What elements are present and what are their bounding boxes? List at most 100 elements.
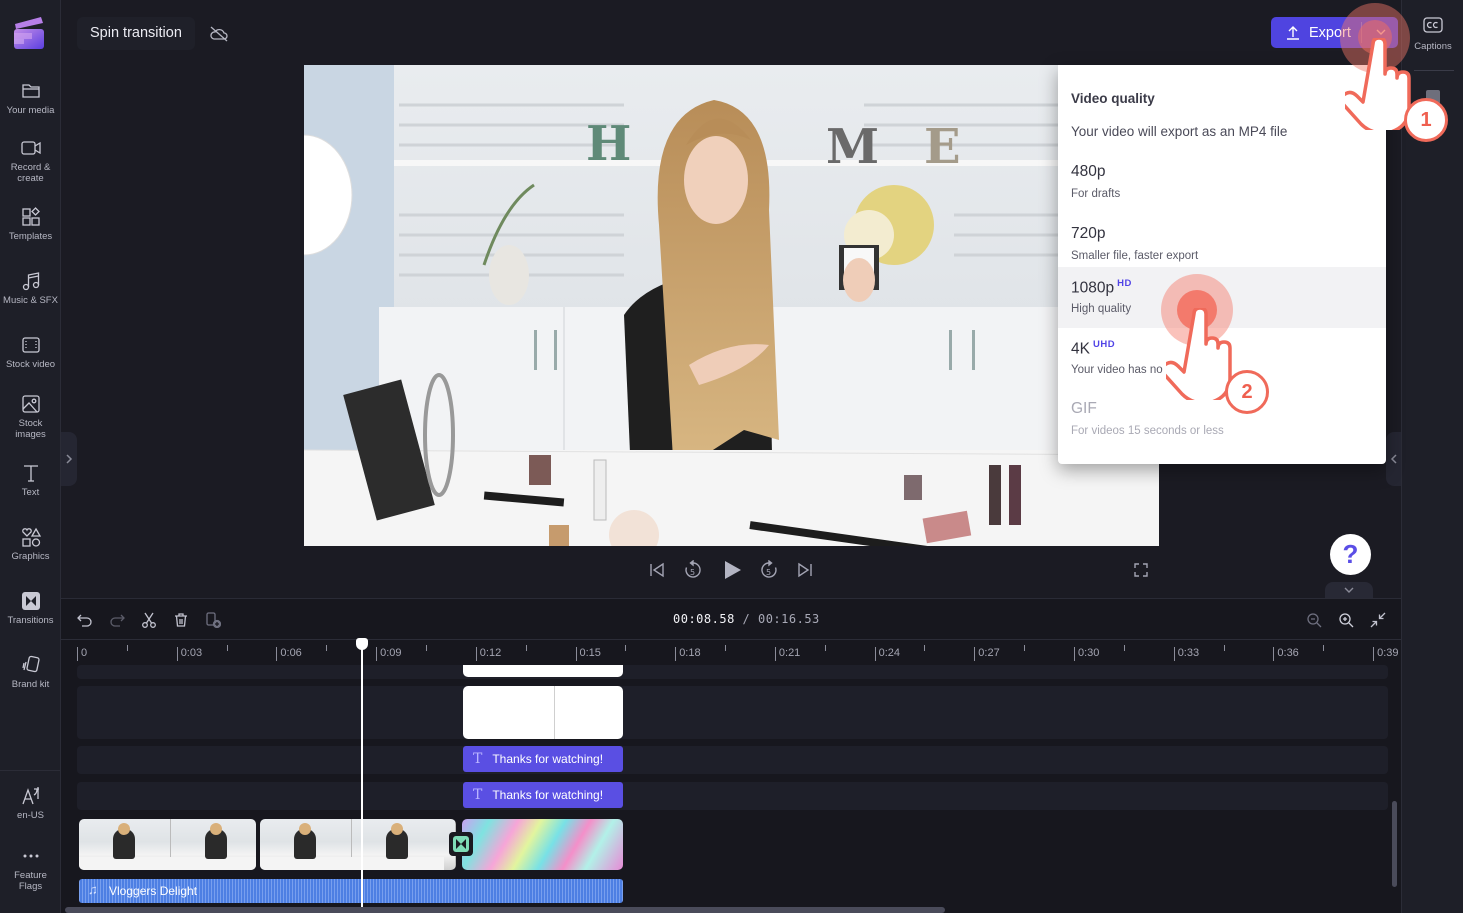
video-frame-image: H M E [304,65,1159,546]
horizontal-scrollbar[interactable] [65,907,945,913]
quality-option-720p[interactable]: 720p Smaller file, faster export [1058,214,1386,275]
skip-to-end-button[interactable] [793,558,817,582]
ruler-label: 0:33 [1177,647,1200,659]
ruler-tick [376,647,378,661]
current-time: 00:08.58 [673,612,735,626]
trash-icon [175,613,187,627]
audio-clip[interactable]: ♫ Vloggers Delight [79,879,623,903]
timeline: 00:08.58 / 00:16.53 0 0:03 0:06 0:09 0:12 0:1… [61,598,1401,913]
fullscreen-icon [1134,563,1148,577]
forward-5-icon: 5 [761,560,777,578]
ruler-tick [974,647,976,661]
sidebar-item-label: en-US [17,810,44,821]
quality-badge: HD [1117,278,1132,289]
sidebar-item-language[interactable]: en-US [0,785,61,821]
sidebar-item-brand-kit[interactable]: Brand kit [0,654,61,690]
sidebar-item-transitions[interactable]: Transitions [0,590,61,626]
fit-timeline-button[interactable] [1367,609,1389,631]
option-name: 1080p [1071,279,1115,297]
text-clip[interactable]: T Thanks for watching! [463,746,623,772]
quality-option-480p[interactable]: 480p For drafts [1058,152,1386,213]
collapse-right-panel-handle[interactable] [1386,432,1401,486]
sidebar-item-graphics[interactable]: Graphics [0,526,61,562]
folder-icon [21,84,40,98]
fullscreen-button[interactable] [1129,558,1153,582]
transition-icon [21,592,40,610]
step-badge-2: 2 [1225,370,1269,414]
playhead-handle[interactable] [356,638,368,650]
project-title[interactable]: Spin transition [77,17,195,50]
ruler-minor-tick [1024,645,1026,651]
sidebar-item-your-media[interactable]: Your media [0,80,61,116]
ruler-tick [1173,647,1175,661]
video-preview[interactable]: H M E [304,65,1159,546]
sidebar-item-music-sfx[interactable]: Music & SFX [0,270,61,306]
play-button[interactable] [720,558,744,582]
track-overlay-top [77,665,1388,679]
option-name: 4K [1071,340,1090,358]
option-description: For videos 15 seconds or less [1071,425,1224,437]
ruler-tick [675,647,677,661]
sidebar-divider [0,770,61,771]
sidebar-item-label: Templates [8,231,53,242]
forward-5s-button[interactable]: 5 [757,558,781,582]
duplicate-icon [206,612,221,628]
white-overlay-clip[interactable] [463,686,623,739]
ruler-label: 0:27 [978,647,1000,659]
sidebar-item-record-create[interactable]: Record & create [0,137,61,184]
step-badge-1: 1 [1404,98,1448,142]
sidebar-item-text[interactable]: Text [0,462,61,498]
video-clip-2[interactable] [260,819,456,870]
zoom-in-button[interactable] [1335,609,1357,631]
svg-text:H: H [586,116,631,172]
sidebar-item-templates[interactable]: Templates [0,206,61,242]
sidebar-item-label: Stock video [5,359,56,370]
app-logo-icon[interactable] [13,16,45,50]
sidebar-item-label: Record & create [10,162,51,184]
undo-button[interactable] [74,609,96,631]
option-name: GIF [1071,400,1097,417]
ruler-minor-tick [725,645,727,651]
ruler-minor-tick [425,645,427,651]
playhead[interactable] [361,639,363,913]
collapse-preview-tab[interactable] [1325,582,1373,598]
ruler-tick [575,647,577,661]
split-button[interactable] [138,609,160,631]
sidebar-item-feature-flags[interactable]: Feature Flags [0,845,61,892]
delete-button[interactable] [170,609,192,631]
ruler-minor-tick [824,645,826,651]
sidebar-item-stock-images[interactable]: Stock images [0,393,61,440]
overlay-clip-top[interactable] [463,665,623,677]
vertical-scrollbar[interactable] [1392,801,1397,887]
duplicate-button[interactable] [202,609,224,631]
ruler-label: 0:39 [1377,647,1399,659]
rewind-5s-button[interactable]: 5 [681,558,705,582]
clip-split-line [554,686,555,739]
ruler-label: 0:24 [878,647,901,659]
help-button[interactable]: ? [1330,534,1371,575]
holographic-background-clip[interactable] [462,819,623,870]
text-clip[interactable]: T Thanks for watching! [463,782,623,808]
video-clip-1[interactable] [79,819,256,870]
ruler-label: 0:06 [280,647,302,659]
video-thumbnail [352,819,456,870]
quality-badge: UHD [1092,339,1116,350]
ruler-minor-tick [1223,645,1225,651]
redo-button[interactable] [106,609,128,631]
transition-marker[interactable] [449,832,473,856]
skip-to-start-button[interactable] [645,558,669,582]
skip-forward-icon [798,562,812,578]
collapse-arrows-icon [1370,612,1386,628]
ruler-tick [874,647,876,661]
timeline-ruler[interactable]: 0 0:03 0:06 0:09 0:12 0:15 0:18 0:21 0:24 0:27 0:3… [61,639,1401,665]
transition-icon [453,836,469,852]
cloud-sync-button[interactable] [201,17,237,50]
text-icon: T [473,787,483,803]
text-icon [23,465,38,482]
zoom-out-button[interactable] [1303,609,1325,631]
ruler-label: 0:03 [180,647,203,659]
ruler-label: 0 [81,647,88,659]
ruler-minor-tick [126,645,128,651]
expand-left-panel-handle[interactable] [61,432,77,486]
sidebar-item-stock-video[interactable]: Stock video [0,334,61,370]
